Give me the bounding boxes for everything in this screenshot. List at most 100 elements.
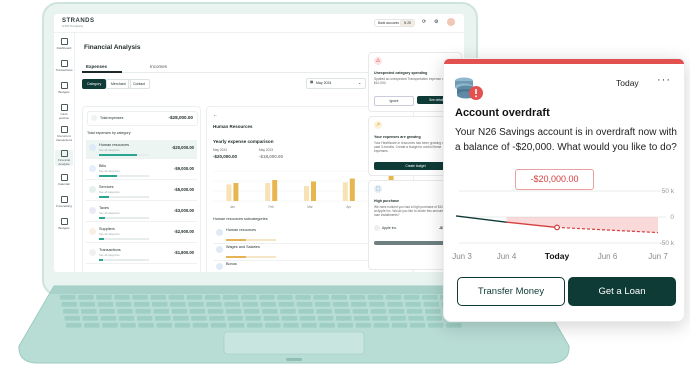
segment-category[interactable]: Category [82, 79, 107, 89]
keyboard-key [118, 316, 135, 321]
ignore-button[interactable]: Ignore [374, 96, 414, 106]
today-point [554, 224, 560, 231]
keyboard-key [228, 323, 245, 328]
sidebar: Dashboard Transactions Budgets Cash posi… [54, 32, 75, 272]
keyboard-key [337, 323, 353, 328]
avatar[interactable] [447, 18, 455, 26]
sidebar-item-budgets-2[interactable]: Budgets [55, 218, 73, 230]
keyboard-key [117, 309, 133, 314]
bank-accounts-chip[interactable]: Bank accounts [374, 19, 403, 27]
merchant-logo [374, 225, 380, 231]
sidebar-item-transactions[interactable]: Transactions [55, 60, 73, 72]
keyboard-key [354, 316, 370, 321]
x-tick-label: Jun 3 [452, 252, 472, 261]
keyboard-key [333, 302, 349, 307]
category-sub: See all categories [99, 212, 120, 215]
keyboard-key [192, 323, 209, 328]
transfer-money-button[interactable]: Transfer Money [457, 277, 565, 306]
tab-incomes[interactable]: Incomes [150, 64, 167, 69]
chevron-down-icon: ⌄ [358, 80, 362, 85]
sidebar-label: Budgets [58, 90, 70, 94]
account-badge[interactable]: N 28 [400, 19, 415, 27]
category-row[interactable]: Transactions See all categories -$1,800.00 [86, 245, 197, 264]
keyboard-key [260, 302, 277, 307]
category-sub: See all categories [99, 149, 120, 152]
home-icon [60, 38, 68, 45]
get-a-loan-button[interactable]: Get a Loan [568, 277, 676, 306]
sidebar-item-forecasting[interactable]: Forecasting [55, 196, 73, 208]
keyboard-key [388, 309, 405, 314]
keyboard-key [245, 316, 261, 321]
keyboard-key [206, 302, 222, 307]
keyboard-key [174, 323, 191, 328]
keyboard-key [370, 309, 387, 314]
category-row[interactable]: Taxes See all categories -$3,000.00 [86, 203, 197, 222]
bar-2024 [311, 181, 316, 201]
sidebar-item-recurrent[interactable]: Recurrent transactions [55, 126, 73, 142]
keyboard-key [317, 316, 334, 321]
category-row[interactable]: Bills See all categories -$9,000.00 [86, 161, 197, 180]
keyboard-key [259, 295, 275, 300]
tab-expenses[interactable]: Expenses [86, 64, 107, 69]
more-options-icon[interactable]: ··· [657, 74, 671, 86]
notification-title: Account overdraft [455, 107, 550, 119]
page-title: Financial Analysis [84, 44, 141, 51]
sidebar-item-calendar[interactable]: Calendar [55, 174, 73, 186]
keyboard-key [135, 309, 151, 314]
x-tick-label: Jun 6 [598, 252, 618, 261]
keyboard-key [313, 295, 329, 300]
sidebar-label: Recurrent transactions [55, 134, 73, 142]
y-tick-label: -50 k [660, 240, 675, 247]
total-expenses-box: Total expenses -$28,000.00 [87, 111, 198, 126]
keyboard-key [247, 323, 263, 328]
keyboard-key [425, 309, 441, 314]
category-sub: See all categories [99, 170, 120, 173]
total-icon [91, 115, 97, 121]
keyboard-key [102, 323, 118, 328]
calendar-icon [60, 174, 68, 181]
gear-icon[interactable]: ⚙ [434, 19, 438, 25]
col-a-value: -$20,000.00 [213, 154, 238, 159]
sidebar-item-financial-analysis[interactable]: Financial Analysis [55, 150, 73, 166]
refresh-icon[interactable]: ⟳ [422, 19, 426, 25]
sidebar-item-dashboard[interactable]: Dashboard [55, 38, 73, 50]
category-name: Human resources [99, 143, 129, 147]
warning-icon: ⚠ [374, 57, 382, 65]
overdraft-notification: Today ··· Account overdraft Your N26 Sav… [443, 58, 685, 322]
col-b-value: -$18,000.00 [259, 154, 284, 159]
growing-title: Your expenses are growing [374, 135, 421, 139]
sidebar-item-budgets[interactable]: Budgets [55, 82, 73, 94]
col-a-label: May 2024 [213, 148, 227, 152]
bar-2023 [342, 182, 348, 201]
keyboard-key [133, 302, 150, 307]
sidebar-item-cash-position[interactable]: Cash position [55, 104, 73, 120]
segment-contact[interactable]: Contact [128, 79, 151, 89]
top-bar: STRANDS A FIS Company Bank accounts N 28… [54, 14, 464, 33]
category-name: Taxes [99, 206, 109, 210]
keyboard-key [423, 302, 439, 307]
keyboard-key [188, 302, 204, 307]
keyboard-key [78, 295, 94, 300]
y-tick-label: 50 k [662, 188, 675, 195]
category-name: Transactions [99, 248, 121, 252]
category-name: Bills [99, 164, 106, 168]
keyboard-key [428, 323, 444, 328]
subcategory-icon [216, 263, 223, 270]
keyboard-key [225, 309, 242, 314]
notification-message: Your N26 Savings account is in overdraft… [455, 127, 677, 153]
keyboard-key [153, 309, 169, 314]
category-row[interactable]: Human resources See all categories -$20,00… [86, 140, 197, 159]
keyboard-key [314, 302, 331, 307]
category-amount: -$9,000.00 [173, 166, 194, 171]
category-row[interactable]: Services See all categories -$5,000.00 [86, 182, 197, 201]
segment-merchant[interactable]: Merchant [106, 79, 131, 89]
keyboard-key [138, 323, 154, 328]
month-select[interactable]: ▦ May 2024 ⌄ [306, 78, 366, 89]
total-label: Total expenses [100, 116, 124, 120]
category-progress [99, 238, 149, 240]
back-arrow-icon[interactable]: ← [213, 112, 218, 118]
subcategories-heading: Human resources subcategories [213, 217, 268, 221]
category-row[interactable]: Suppliers See all categories -$2,900.00 [86, 224, 197, 243]
keyboard-key [242, 302, 258, 307]
bar-2024 [233, 183, 239, 201]
